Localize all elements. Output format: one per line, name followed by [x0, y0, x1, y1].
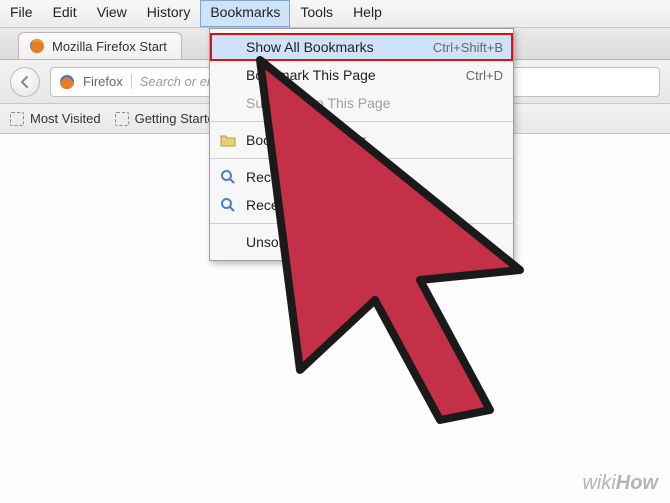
watermark-wiki: wiki: [582, 472, 615, 494]
menu-help[interactable]: Help: [343, 0, 392, 27]
search-icon: [218, 169, 238, 185]
menu-item-shortcut: Ctrl+D: [466, 68, 503, 83]
browser-tab[interactable]: Mozilla Firefox Start: [18, 32, 182, 59]
menu-separator: [210, 121, 513, 122]
menu-item-label: Unsorted Bookmarks: [246, 234, 503, 250]
menu-item-bookmark-this-page[interactable]: Bookmark This Page Ctrl+D: [210, 61, 513, 89]
menu-item-label: Show All Bookmarks: [246, 39, 425, 55]
menu-history[interactable]: History: [137, 0, 201, 27]
firefox-icon: [59, 74, 75, 90]
menu-file[interactable]: File: [0, 0, 43, 27]
watermark-how: How: [616, 472, 658, 494]
menu-tools[interactable]: Tools: [290, 0, 343, 27]
menu-bar: File Edit View History Bookmarks Tools H…: [0, 0, 670, 28]
search-icon: [218, 197, 238, 213]
menu-item-label: Subscribe to This Page: [246, 95, 503, 111]
identity-label: Firefox: [83, 74, 132, 89]
firefox-icon: [29, 38, 45, 54]
menu-item-recently-bookmarked[interactable]: Recently Bookmarked: [210, 163, 513, 191]
bookmark-getting-started[interactable]: Getting Started: [115, 111, 222, 126]
menu-edit[interactable]: Edit: [43, 0, 87, 27]
menu-item-label: Bookmark This Page: [246, 67, 458, 83]
menu-item-show-all-bookmarks[interactable]: Show All Bookmarks Ctrl+Shift+B: [210, 33, 513, 61]
menu-item-recent-tags[interactable]: Recent Tags: [210, 191, 513, 219]
menu-separator: [210, 223, 513, 224]
menu-item-bookmarks-toolbar[interactable]: Bookmarks Toolbar: [210, 126, 513, 154]
tab-title: Mozilla Firefox Start: [52, 39, 167, 54]
menu-item-subscribe: Subscribe to This Page: [210, 89, 513, 117]
menu-bookmarks[interactable]: Bookmarks: [200, 0, 290, 27]
menu-separator: [210, 158, 513, 159]
menu-item-shortcut: Ctrl+Shift+B: [433, 40, 503, 55]
bookmark-label: Most Visited: [30, 111, 101, 126]
bookmarks-menu-dropdown: Show All Bookmarks Ctrl+Shift+B Bookmark…: [209, 28, 514, 261]
menu-view[interactable]: View: [87, 0, 137, 27]
wikihow-watermark: wikiHow: [582, 472, 658, 495]
menu-item-label: Recently Bookmarked: [246, 169, 503, 185]
folder-icon: [218, 133, 238, 147]
placeholder-icon: [115, 112, 129, 126]
back-button[interactable]: [10, 67, 40, 97]
menu-item-unsorted-bookmarks[interactable]: Unsorted Bookmarks: [210, 228, 513, 256]
menu-item-label: Recent Tags: [246, 197, 503, 213]
placeholder-icon: [10, 112, 24, 126]
menu-item-label: Bookmarks Toolbar: [246, 132, 503, 148]
bookmark-most-visited[interactable]: Most Visited: [10, 111, 101, 126]
back-arrow-icon: [18, 75, 32, 89]
